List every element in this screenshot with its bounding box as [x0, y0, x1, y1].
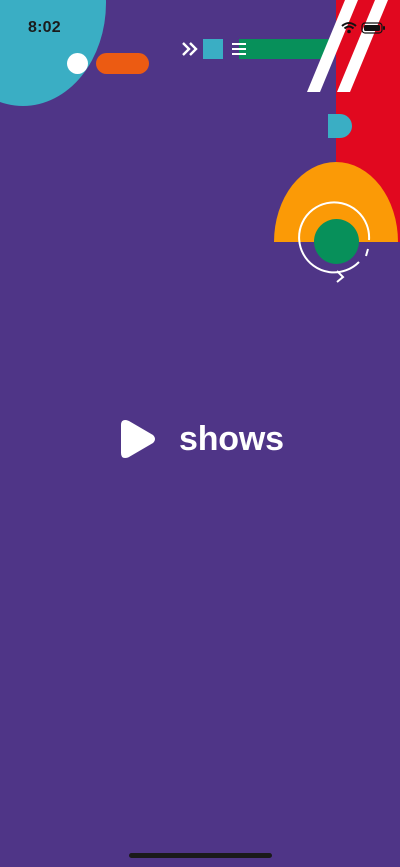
battery-icon: [361, 22, 385, 34]
home-indicator[interactable]: [129, 853, 272, 858]
wifi-icon: [341, 22, 357, 34]
status-icons: [341, 22, 385, 34]
app-wordmark: shows: [179, 420, 284, 458]
status-time: 8:02: [28, 19, 61, 36]
teal-circle-decoration: [0, 0, 106, 106]
app-logo: shows: [119, 417, 284, 461]
green-circle-decoration: [314, 219, 359, 264]
double-chevron-icon: [182, 42, 198, 56]
splash-screen: 8:02 shows: [0, 0, 400, 867]
diagonal-stripes-decoration: [307, 0, 388, 92]
menu-lines-icon: [232, 43, 246, 55]
teal-d-decoration: [328, 114, 352, 138]
play-icon: [121, 420, 155, 458]
white-dot-decoration: [67, 53, 88, 74]
teal-square-decoration: [203, 39, 223, 59]
orange-pill-decoration: [96, 53, 149, 74]
